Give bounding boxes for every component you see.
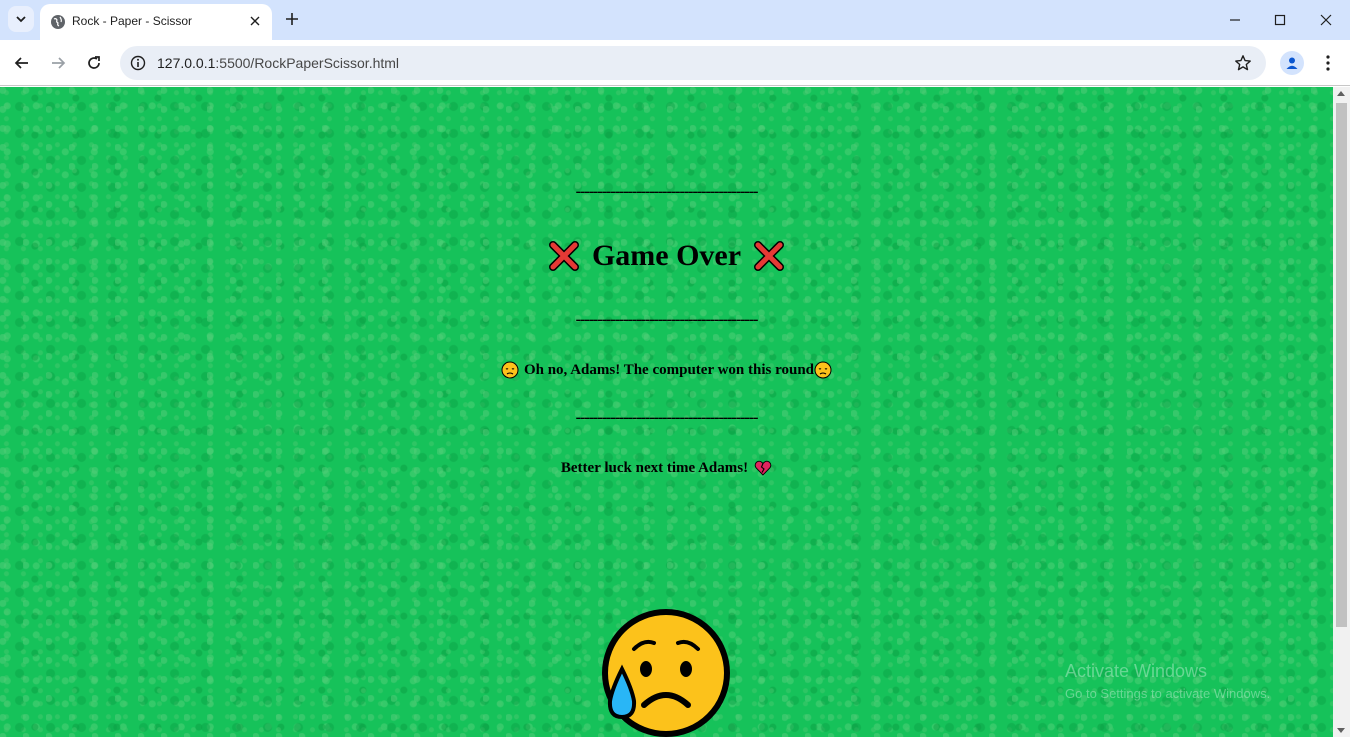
tab-close-button[interactable]	[246, 12, 264, 30]
encouragement-message: Better luck next time Adams!	[0, 459, 1333, 477]
more-vert-icon	[1326, 55, 1330, 71]
page-viewport: ----------------------------------------…	[0, 87, 1333, 737]
vertical-scrollbar[interactable]	[1333, 87, 1350, 737]
tab-search-button[interactable]	[8, 6, 34, 32]
reload-icon	[88, 56, 100, 69]
reload-button[interactable]	[82, 51, 106, 75]
game-over-heading: Game Over	[0, 239, 1333, 273]
arrow-right-icon	[52, 57, 66, 69]
close-icon	[250, 16, 260, 26]
maximize-button[interactable]	[1268, 8, 1292, 32]
back-button[interactable]	[10, 51, 34, 75]
tab-strip: Rock - Paper - Scissor	[0, 0, 1350, 40]
active-tab[interactable]: Rock - Paper - Scissor	[40, 4, 272, 40]
minimize-button[interactable]	[1223, 8, 1247, 32]
game-over-title: Game Over	[591, 239, 742, 272]
url-host: 127.0.0.1	[157, 55, 216, 71]
new-tab-button[interactable]	[281, 8, 303, 30]
broken-heart-icon	[754, 460, 772, 476]
result-message: Oh no, Adams! The computer won this roun…	[0, 361, 1333, 379]
divider: ----------------------------------------…	[575, 183, 759, 200]
scroll-up-arrow-icon[interactable]	[1337, 91, 1345, 96]
result-message-text: Oh no, Adams! The computer won this roun…	[523, 361, 815, 378]
arrow-left-icon	[14, 57, 28, 69]
divider: ----------------------------------------…	[575, 409, 759, 426]
url-path: :5500/RockPaperScissor.html	[215, 55, 400, 71]
profile-button[interactable]	[1280, 51, 1304, 75]
cross-mark-icon	[548, 241, 579, 271]
divider: ----------------------------------------…	[575, 311, 759, 328]
address-bar[interactable]: 127.0.0.1:5500/RockPaperScissor.html	[120, 46, 1266, 80]
disappointed-face-icon	[814, 361, 832, 379]
watermark-subtitle: Go to Settings to activate Windows.	[1065, 686, 1271, 701]
scrollbar-thumb[interactable]	[1336, 103, 1347, 627]
url-text[interactable]: 127.0.0.1:5500/RockPaperScissor.html	[157, 55, 399, 71]
chevron-down-icon	[16, 16, 26, 23]
window-close-button[interactable]	[1314, 8, 1338, 32]
browser-menu-button[interactable]	[1318, 51, 1338, 75]
maximize-icon	[1274, 14, 1286, 26]
forward-button[interactable]	[46, 51, 70, 75]
windows-activation-watermark: Activate Windows Go to Settings to activ…	[1065, 661, 1270, 701]
disappointed-face-icon	[501, 361, 519, 379]
plus-icon	[286, 13, 298, 25]
tab-title: Rock - Paper - Scissor	[72, 14, 193, 28]
browser-toolbar: 127.0.0.1:5500/RockPaperScissor.html	[0, 40, 1350, 86]
cross-mark-icon	[754, 241, 785, 271]
globe-icon	[51, 15, 65, 29]
star-icon[interactable]	[1234, 54, 1252, 72]
watermark-title: Activate Windows	[1065, 661, 1208, 681]
scroll-down-arrow-icon[interactable]	[1337, 728, 1345, 733]
info-icon[interactable]	[130, 55, 146, 71]
minimize-icon	[1230, 19, 1240, 21]
sad-sweat-face-icon	[602, 609, 730, 737]
encouragement-text: Better luck next time Adams!	[560, 459, 749, 476]
close-icon	[1320, 14, 1332, 26]
person-icon	[1286, 57, 1298, 69]
